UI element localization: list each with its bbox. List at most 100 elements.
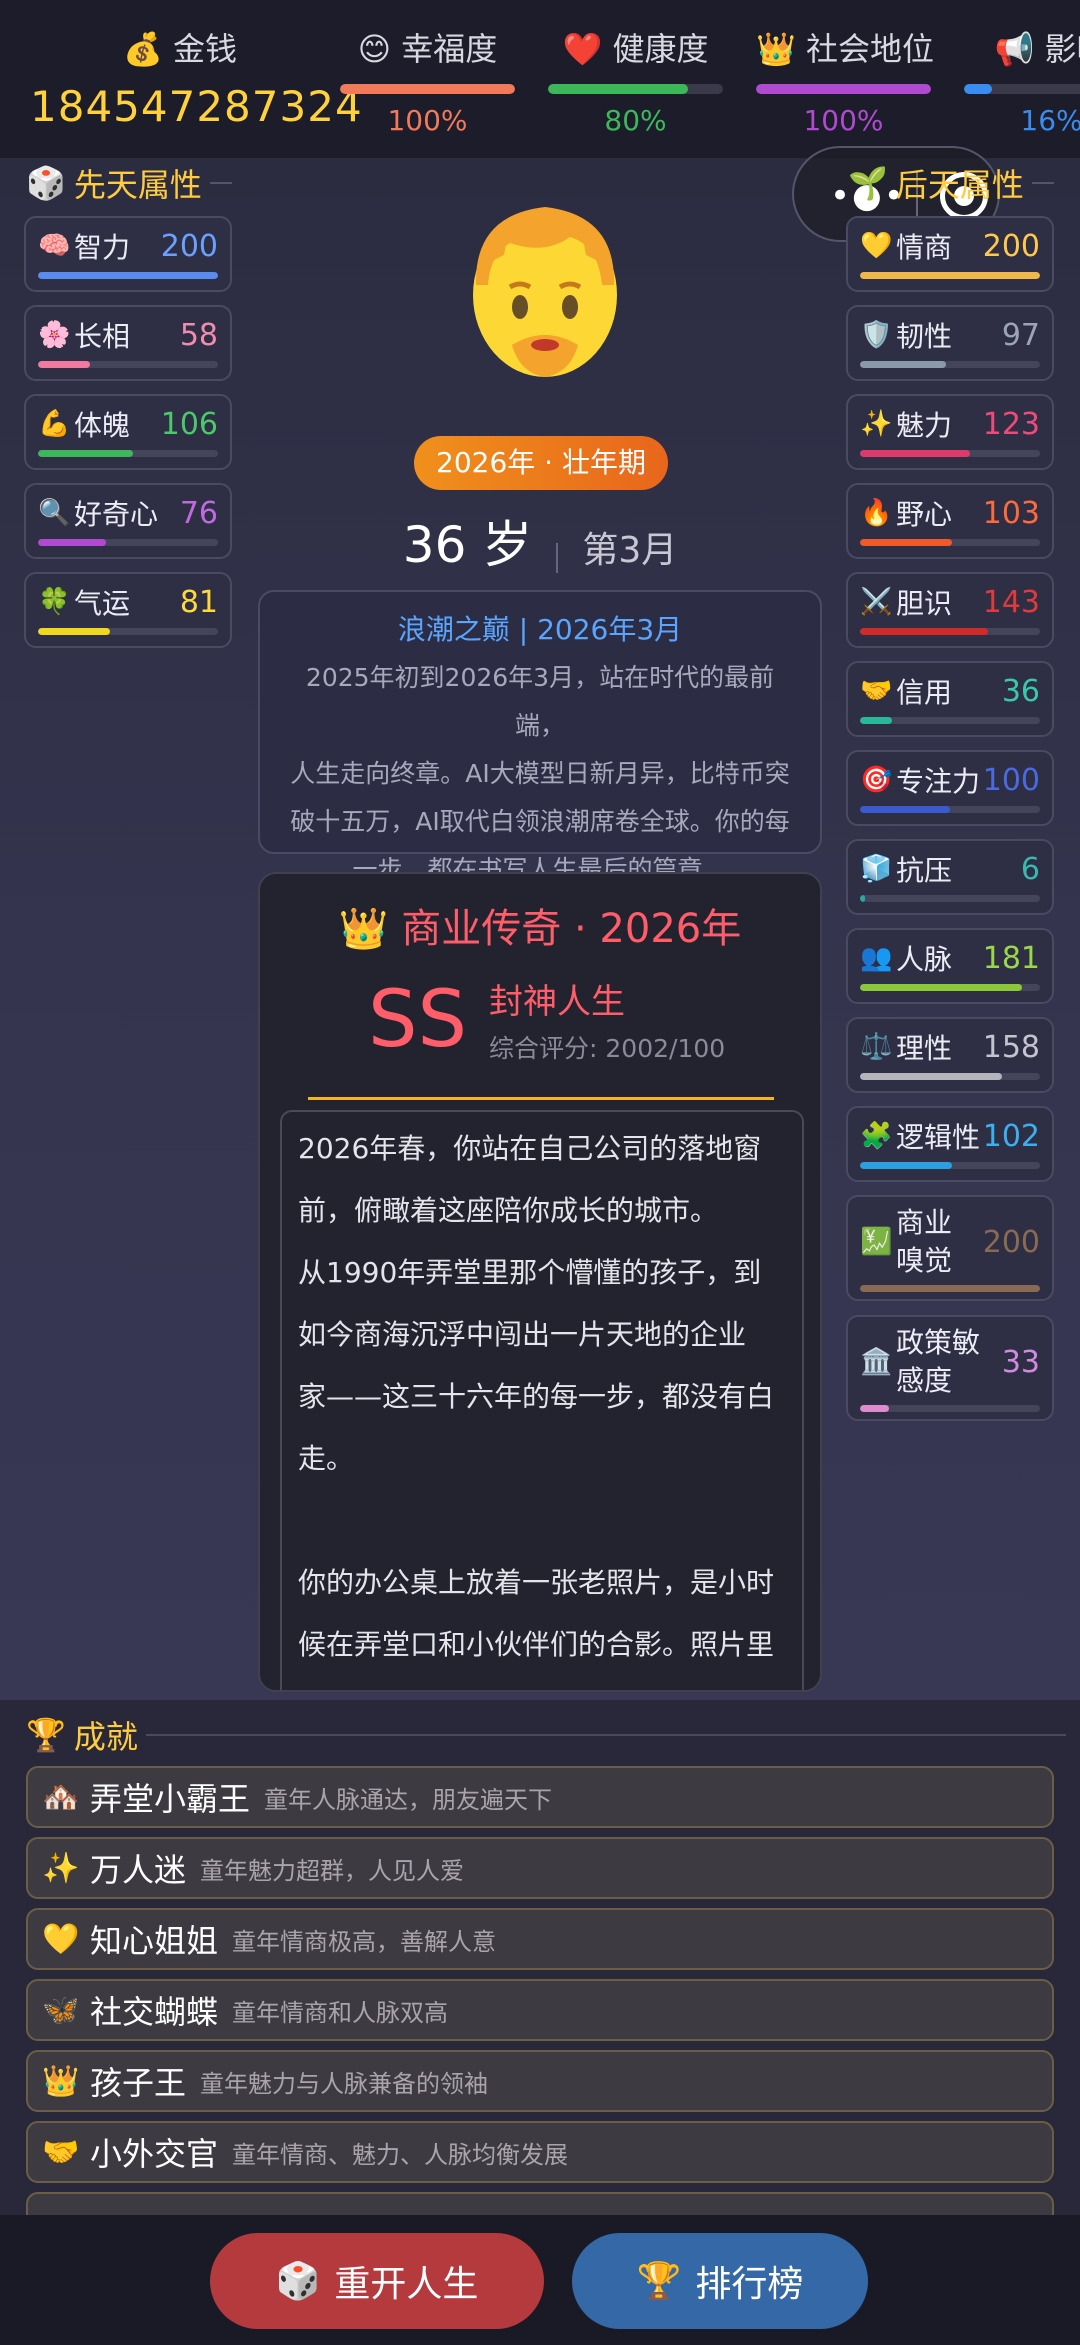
social-status-percent: 100% bbox=[803, 104, 884, 137]
attr-icon: 💹 bbox=[860, 1227, 893, 1257]
attr-bar bbox=[860, 361, 1040, 368]
achievement-name: 孩子王 bbox=[90, 2064, 187, 2102]
health-icon: ❤️ bbox=[562, 30, 603, 68]
attr-name: 情商 bbox=[896, 231, 953, 264]
attr-card-right-9[interactable]: ⚖️ 理性 158 bbox=[846, 1017, 1054, 1093]
ending-story-card[interactable]: 👑 商业传奇 · 2026年 SS 封神人生 综合评分: 2002/100 20… bbox=[258, 872, 822, 1692]
attr-value: 36 bbox=[1001, 673, 1040, 709]
story-line: 家——这三十六年的每一步，都没有白 bbox=[298, 1380, 775, 1413]
achievement-item-partial[interactable] bbox=[26, 2192, 1054, 2215]
achievement-desc: 童年魅力超群，人见人爱 bbox=[200, 1856, 465, 1885]
story-line: 的你笑得灿烂无忧，和现在坐在同一 bbox=[298, 1676, 786, 1690]
attr-value: 100 bbox=[982, 762, 1040, 798]
attr-bar-fill bbox=[860, 272, 1040, 279]
achievement-desc: 童年情商极高，善解人意 bbox=[232, 1927, 497, 1956]
health-label: 健康度 bbox=[612, 30, 709, 68]
dice-icon: 🎲 bbox=[26, 164, 66, 202]
leaderboard-button[interactable]: 🏆 排行榜 bbox=[572, 2233, 868, 2329]
attr-icon: 🤝 bbox=[860, 676, 893, 706]
story-line: 如今商海沉浮中闯出一片天地的企业 bbox=[298, 1318, 747, 1351]
achievement-item[interactable]: 🤝 小外交官 童年情商、魅力、人脉均衡发展 bbox=[26, 2121, 1054, 2183]
money-value: 184547287324 bbox=[30, 82, 363, 131]
attr-name: 智力 bbox=[74, 231, 131, 264]
attr-card-right-2[interactable]: ✨ 魅力 123 bbox=[846, 394, 1054, 470]
attr-name: 抗压 bbox=[896, 854, 953, 887]
achievement-item[interactable]: ✨ 万人迷 童年魅力超群，人见人爱 bbox=[26, 1837, 1054, 1899]
attr-name: 理性 bbox=[896, 1032, 953, 1065]
acquired-attributes-title: 🌱 后天属性 bbox=[848, 160, 1054, 206]
attr-card-left-1[interactable]: 🌸 长相 58 bbox=[24, 305, 232, 381]
attr-card-left-4[interactable]: 🍀 气运 81 bbox=[24, 572, 232, 648]
leaderboard-label: 排行榜 bbox=[695, 2264, 804, 2305]
attr-card-right-6[interactable]: 🎯 专注力 100 bbox=[846, 750, 1054, 826]
attr-card-right-3[interactable]: 🔥 野心 103 bbox=[846, 483, 1054, 559]
attr-bar bbox=[860, 895, 1040, 902]
attr-icon: ⚔️ bbox=[860, 587, 893, 617]
social-status-bar bbox=[756, 84, 931, 94]
attr-icon: 🛡️ bbox=[860, 320, 893, 350]
achievement-icon: 🏘️ bbox=[42, 1779, 80, 1815]
story-line: 从1990年弄堂里那个懵懂的孩子，到 bbox=[298, 1256, 762, 1289]
attr-bar-fill bbox=[860, 1162, 952, 1169]
achievements-title-label: 成就 bbox=[73, 1718, 138, 1756]
attr-card-left-2[interactable]: 💪 体魄 106 bbox=[24, 394, 232, 470]
happiness-label: 幸福度 bbox=[401, 30, 498, 68]
achievement-icon: 🦋 bbox=[42, 1992, 80, 2028]
attr-bar bbox=[860, 1405, 1040, 1412]
attr-card-left-0[interactable]: 🧠 智力 200 bbox=[24, 216, 232, 292]
attr-icon: 🔥 bbox=[860, 498, 893, 528]
story-text-scroll[interactable]: 2026年春，你站在自己公司的落地窗 前，俯瞰着这座陪你成长的城市。 从1990… bbox=[280, 1110, 804, 1690]
attr-value: 200 bbox=[982, 1224, 1040, 1260]
attr-card-right-5[interactable]: 🤝 信用 36 bbox=[846, 661, 1054, 737]
attr-name: 体魄 bbox=[74, 409, 131, 442]
achievement-item[interactable]: 💛 知心姐姐 童年情商极高，善解人意 bbox=[26, 1908, 1054, 1970]
attr-name: 长相 bbox=[74, 320, 131, 353]
attr-icon: 🧠 bbox=[38, 231, 71, 261]
money-stat: 💰 金钱 184547287324 bbox=[30, 24, 363, 131]
attr-card-right-7[interactable]: 🧊 抗压 6 bbox=[846, 839, 1054, 915]
attr-value: 123 bbox=[982, 406, 1040, 442]
attr-value: 102 bbox=[982, 1118, 1040, 1154]
achievement-item[interactable]: 🦋 社交蝴蝶 童年情商和人脉双高 bbox=[26, 1979, 1054, 2041]
story-heading-text: 商业传奇 · 2026年 bbox=[401, 906, 742, 952]
health-bar-fill bbox=[548, 84, 688, 94]
achievement-item[interactable]: 🏘️ 弄堂小霸王 童年人脉通达，朋友遍天下 bbox=[26, 1766, 1054, 1828]
attr-bar bbox=[860, 1285, 1040, 1292]
attr-name: 胆识 bbox=[896, 587, 953, 620]
attr-value: 106 bbox=[160, 406, 218, 442]
attr-card-right-12[interactable]: 🏛️ 政策敏 感度 33 bbox=[846, 1315, 1054, 1421]
attr-bar bbox=[38, 628, 218, 635]
age-separator bbox=[556, 542, 559, 573]
title-divider bbox=[145, 1734, 1066, 1736]
money-label: 金钱 bbox=[173, 30, 238, 68]
top-stats-bar: 💰 金钱 184547287324 😊 幸福度 100% ❤️ 健康度 80% 👑 社会… bbox=[0, 0, 1080, 158]
event-line: 2025年初到2026年3月，站在时代的最前端， bbox=[305, 663, 775, 740]
achievement-desc: 童年情商和人脉双高 bbox=[232, 1998, 449, 2027]
restart-life-button[interactable]: 🎲 重开人生 bbox=[210, 2233, 544, 2329]
achievement-name: 社交蝴蝶 bbox=[90, 1993, 219, 2031]
trophy-icon: 🏆 bbox=[636, 2261, 682, 2302]
attr-bar-fill bbox=[860, 1073, 1003, 1080]
attr-icon: 🎯 bbox=[860, 765, 893, 795]
attr-card-right-4[interactable]: ⚔️ 胆识 143 bbox=[846, 572, 1054, 648]
attr-bar-fill bbox=[860, 984, 1022, 991]
attr-name: 韧性 bbox=[896, 320, 953, 353]
achievement-desc: 童年魅力与人脉兼备的领袖 bbox=[200, 2069, 489, 2098]
attr-name: 逻辑性 bbox=[896, 1121, 981, 1154]
acquired-title-label: 后天属性 bbox=[895, 166, 1024, 204]
age-value: 36 岁 bbox=[402, 516, 533, 574]
attr-card-right-11[interactable]: 💹 商业 嗅觉 200 bbox=[846, 1195, 1054, 1301]
attr-card-right-0[interactable]: 💛 情商 200 bbox=[846, 216, 1054, 292]
achievement-name: 知心姐姐 bbox=[90, 1922, 219, 1960]
attr-name: 政策敏 感度 bbox=[896, 1326, 981, 1397]
attr-card-right-10[interactable]: 🧩 逻辑性 102 bbox=[846, 1106, 1054, 1182]
attr-card-right-1[interactable]: 🛡️ 韧性 97 bbox=[846, 305, 1054, 381]
attr-icon: 🌸 bbox=[38, 320, 71, 350]
attr-card-right-8[interactable]: 👥 人脉 181 bbox=[846, 928, 1054, 1004]
achievements-panel[interactable]: 🏆 成就 🏘️ 弄堂小霸王 童年人脉通达，朋友遍天下 ✨ 万人迷 童年魅力超群，人见人爱 💛… bbox=[0, 1700, 1080, 2215]
event-body: 2025年初到2026年3月，站在时代的最前端， 人生走向终章。AI大模型日新月… bbox=[282, 654, 798, 894]
attr-bar bbox=[860, 1073, 1040, 1080]
attr-card-left-3[interactable]: 🔍 好奇心 76 bbox=[24, 483, 232, 559]
attr-bar-fill bbox=[38, 539, 107, 546]
achievement-item[interactable]: 👑 孩子王 童年魅力与人脉兼备的领袖 bbox=[26, 2050, 1054, 2112]
